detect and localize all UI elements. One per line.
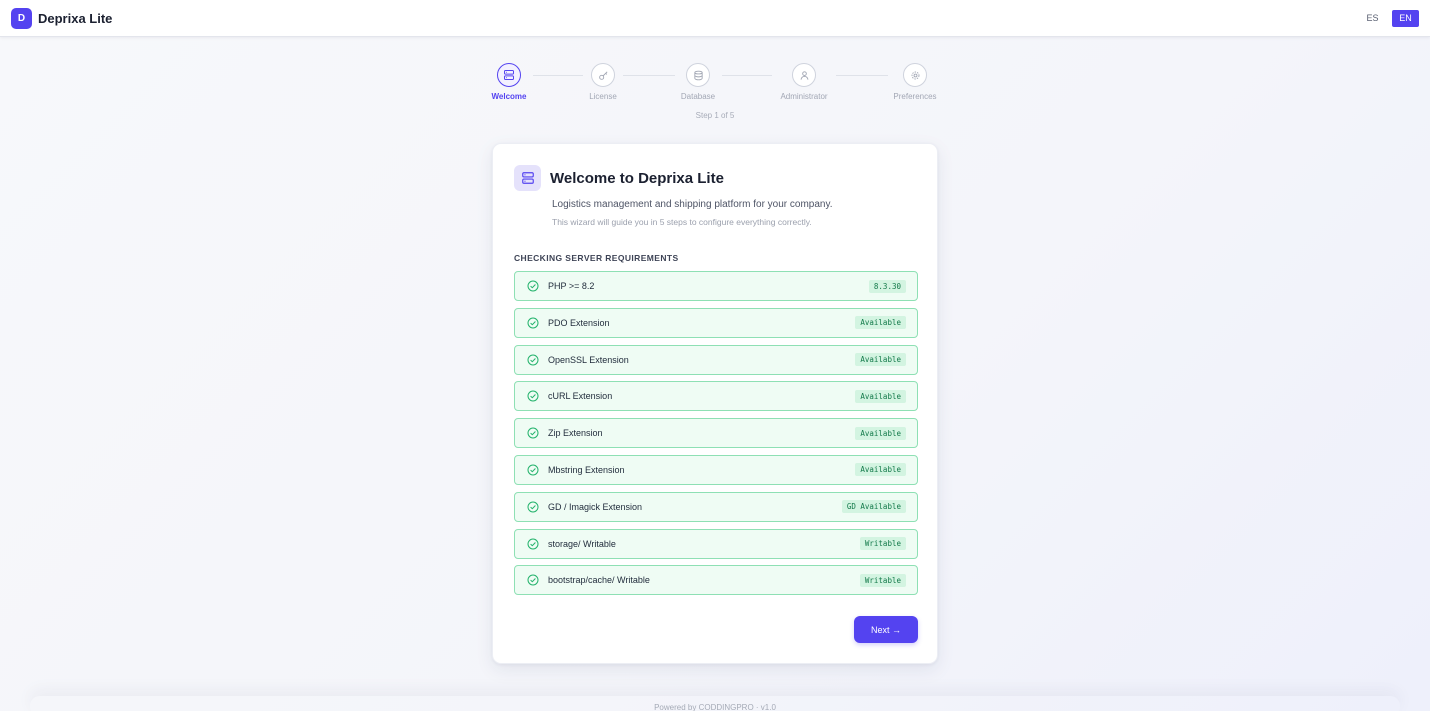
check-circle-icon xyxy=(527,354,539,366)
page-title: Welcome to Deprixa Lite xyxy=(550,169,724,187)
requirement-label: PDO Extension xyxy=(548,317,610,328)
user-icon xyxy=(792,63,816,87)
check-circle-icon xyxy=(527,390,539,402)
check-circle-icon xyxy=(527,427,539,439)
check-circle-icon xyxy=(527,538,539,550)
check-circle-icon xyxy=(527,574,539,586)
requirement-row: storage/ Writable Writable xyxy=(514,528,918,559)
requirement-row: Zip Extension Available xyxy=(514,418,918,449)
card-hint: This wizard will guide you in 5 steps to… xyxy=(552,217,812,227)
requirements-list: PHP >= 8.2 8.3.30 PDO Extension Availabl… xyxy=(514,271,918,602)
requirement-row: cURL Extension Available xyxy=(514,381,918,412)
top-bar: D Deprixa Lite ES EN xyxy=(0,0,1430,37)
card-subtitle: Logistics management and shipping platfo… xyxy=(552,199,833,210)
language-en-button[interactable]: EN xyxy=(1392,9,1419,27)
status-badge: Available xyxy=(855,389,906,403)
requirement-row: Mbstring Extension Available xyxy=(514,454,918,485)
status-badge: Available xyxy=(855,353,906,367)
requirement-row: GD / Imagick Extension GD Available xyxy=(514,491,918,522)
status-badge: GD Available xyxy=(841,500,906,514)
welcome-card: Welcome to Deprixa Lite Logistics manage… xyxy=(492,143,938,664)
next-button[interactable]: Next → xyxy=(854,616,918,643)
requirement-row: PHP >= 8.2 8.3.30 xyxy=(514,271,918,301)
requirement-label: GD / Imagick Extension xyxy=(548,501,643,512)
requirement-row: PDO Extension Available xyxy=(514,307,918,338)
server-icon xyxy=(497,63,521,87)
status-badge: Writable xyxy=(859,537,906,551)
step-administrator: Administrator xyxy=(759,63,849,101)
setup-stepper: Welcome License Database Administrator P… xyxy=(0,63,1430,123)
language-es-button[interactable]: ES xyxy=(1359,10,1386,27)
language-switcher: ES EN xyxy=(1359,9,1419,27)
requirements-section-title: CHECKING SERVER REQUIREMENTS xyxy=(514,253,679,263)
requirement-row: bootstrap/cache/ Writable Writable xyxy=(514,565,918,596)
requirement-label: Zip Extension xyxy=(548,428,603,439)
status-badge: Available xyxy=(855,316,906,330)
requirement-label: OpenSSL Extension xyxy=(548,354,629,365)
gear-icon xyxy=(903,63,927,87)
step-label: Database xyxy=(680,92,716,101)
database-icon xyxy=(686,63,710,87)
step-welcome: Welcome xyxy=(464,63,554,101)
brand-name: Deprixa Lite xyxy=(38,10,113,26)
step-label: License xyxy=(589,92,617,101)
key-icon xyxy=(591,63,615,87)
requirement-label: PHP >= 8.2 xyxy=(548,281,595,291)
status-badge: 8.3.30 xyxy=(868,279,906,293)
step-license: License xyxy=(558,63,648,101)
brand-logo: D xyxy=(11,7,32,29)
footer-text: Powered by CODDINGPRO · v1.0 xyxy=(654,703,776,711)
requirement-label: bootstrap/cache/ Writable xyxy=(548,575,650,586)
check-circle-icon xyxy=(527,501,539,513)
step-database: Database xyxy=(653,63,743,101)
check-circle-icon xyxy=(527,280,539,292)
step-counter: Step 1 of 5 xyxy=(695,111,735,120)
server-icon xyxy=(514,165,541,191)
step-label: Administrator xyxy=(780,92,828,101)
check-circle-icon xyxy=(527,317,539,329)
step-label: Preferences xyxy=(893,92,937,101)
requirement-row: OpenSSL Extension Available xyxy=(514,344,918,375)
requirement-label: Mbstring Extension xyxy=(548,464,625,475)
requirement-label: storage/ Writable xyxy=(548,538,616,549)
step-preferences: Preferences xyxy=(870,63,960,101)
step-label: Welcome xyxy=(491,92,527,101)
status-badge: Writable xyxy=(859,573,906,587)
brand[interactable]: D Deprixa Lite xyxy=(11,7,113,29)
requirement-label: cURL Extension xyxy=(548,391,613,402)
status-badge: Available xyxy=(855,463,906,477)
card-header: Welcome to Deprixa Lite xyxy=(514,165,724,191)
status-badge: Available xyxy=(855,426,906,440)
check-circle-icon xyxy=(527,464,539,476)
